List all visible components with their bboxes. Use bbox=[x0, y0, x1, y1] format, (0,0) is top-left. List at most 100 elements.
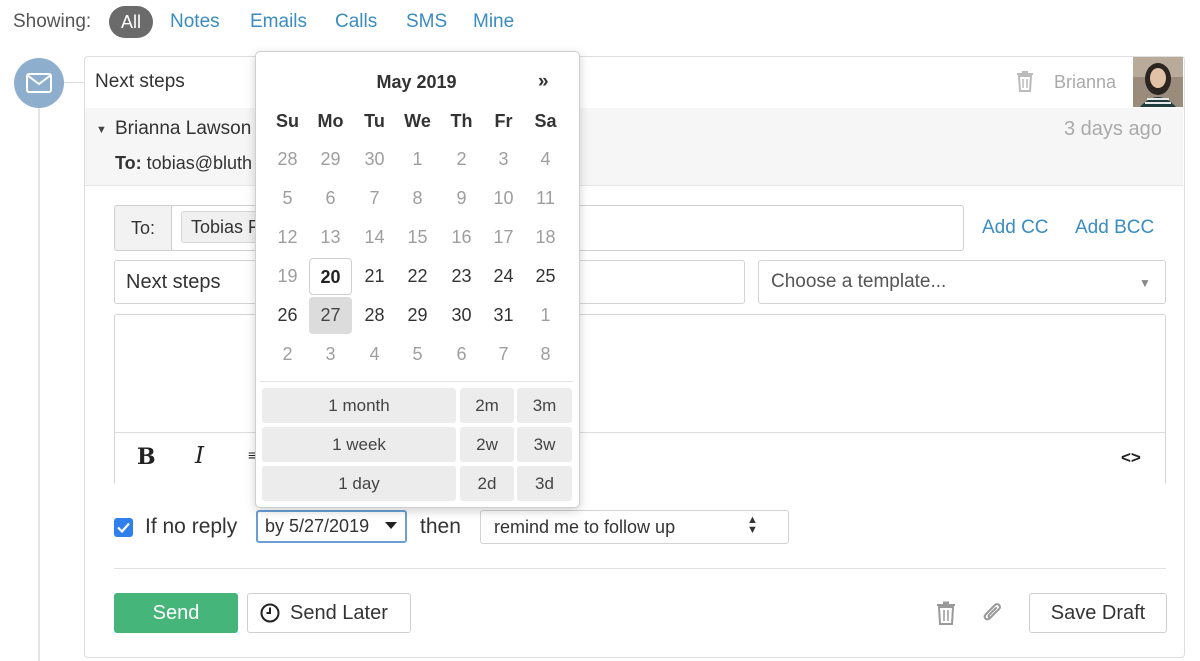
code-view-button[interactable]: <> bbox=[1121, 448, 1141, 468]
add-bcc-link[interactable]: Add BCC bbox=[1075, 217, 1154, 239]
timeline-connector bbox=[64, 82, 84, 83]
calendar-day[interactable]: 1 bbox=[524, 297, 567, 334]
activity-author: Brianna bbox=[1054, 72, 1117, 92]
calendar-day[interactable]: 7 bbox=[353, 180, 396, 217]
divider bbox=[114, 568, 1166, 569]
quick-pick-three-days-button[interactable]: 3d bbox=[517, 466, 572, 501]
to-label: To: bbox=[115, 153, 142, 173]
weekday-header: Su bbox=[275, 111, 299, 131]
calendar-day[interactable]: 8 bbox=[396, 180, 439, 217]
weekday-header: Tu bbox=[364, 111, 385, 131]
quick-pick-one-week-button[interactable]: 1 week bbox=[262, 427, 456, 462]
calendar-day[interactable]: 31 bbox=[482, 297, 525, 334]
calendar-day[interactable]: 30 bbox=[353, 141, 396, 178]
add-cc-link[interactable]: Add CC bbox=[982, 217, 1049, 239]
calendar-day[interactable]: 16 bbox=[440, 219, 483, 256]
calendar-day[interactable]: 7 bbox=[482, 336, 525, 373]
calendar-day[interactable]: 6 bbox=[440, 336, 483, 373]
calendar-day[interactable]: 3 bbox=[309, 336, 352, 373]
weekday-header: Th bbox=[450, 111, 473, 131]
quick-pick-one-day-button[interactable]: 1 day bbox=[262, 466, 456, 501]
weekday-header: We bbox=[404, 111, 431, 131]
datepicker-next-button[interactable]: » bbox=[538, 71, 549, 93]
calendar-day[interactable]: 29 bbox=[309, 141, 352, 178]
filter-label: Showing: bbox=[13, 11, 92, 32]
quick-pick-two-days-button[interactable]: 2d bbox=[460, 466, 514, 501]
calendar-day[interactable]: 29 bbox=[396, 297, 439, 334]
calendar-day[interactable]: 2 bbox=[440, 141, 483, 178]
calendar-day[interactable]: 4 bbox=[353, 336, 396, 373]
caret-down-icon bbox=[385, 522, 397, 529]
select-arrows-icon: ▲ ▼ bbox=[747, 514, 758, 536]
filter-mine[interactable]: Mine bbox=[473, 11, 514, 33]
bold-button[interactable]: B bbox=[137, 444, 156, 470]
calendar-day[interactable]: 28 bbox=[353, 297, 396, 334]
calendar-day[interactable]: 28 bbox=[266, 141, 309, 178]
send-later-button[interactable]: Send Later bbox=[247, 593, 411, 633]
follow-up-checkbox[interactable] bbox=[114, 518, 133, 537]
then-label: then bbox=[420, 515, 461, 538]
calendar-day[interactable]: 24 bbox=[482, 258, 525, 295]
calendar-day[interactable]: 15 bbox=[396, 219, 439, 256]
filter-sms[interactable]: SMS bbox=[406, 11, 447, 33]
calendar-day[interactable]: 25 bbox=[524, 258, 567, 295]
template-select[interactable]: Choose a template... bbox=[758, 260, 1166, 304]
weekday-header: Mo bbox=[317, 111, 344, 131]
recipient-address: tobias@bluth bbox=[146, 153, 253, 173]
datepicker-separator bbox=[260, 381, 573, 382]
calendar-day[interactable]: 27 bbox=[309, 297, 352, 334]
calendar-day[interactable]: 30 bbox=[440, 297, 483, 334]
calendar-day[interactable]: 5 bbox=[396, 336, 439, 373]
trash-icon[interactable] bbox=[1015, 70, 1035, 97]
calendar-day[interactable]: 1 bbox=[396, 141, 439, 178]
calendar-day[interactable]: 10 bbox=[482, 180, 525, 217]
calendar-day[interactable]: 13 bbox=[309, 219, 352, 256]
calendar-day[interactable]: 8 bbox=[524, 336, 567, 373]
if-no-reply-label: If no reply bbox=[145, 515, 238, 538]
follow-up-action-select[interactable]: remind me to follow up bbox=[480, 510, 789, 544]
filter-calls[interactable]: Calls bbox=[335, 11, 377, 33]
discard-trash-icon[interactable] bbox=[936, 601, 956, 630]
italic-button[interactable]: I bbox=[195, 443, 204, 469]
calendar-day[interactable]: 18 bbox=[524, 219, 567, 256]
clock-icon bbox=[260, 603, 280, 623]
checkmark-icon bbox=[117, 522, 130, 533]
quick-pick-two-weeks-button[interactable]: 2w bbox=[460, 427, 514, 462]
calendar-day[interactable]: 11 bbox=[524, 180, 567, 217]
to-field-label: To: bbox=[114, 205, 172, 251]
quick-pick-one-month-button[interactable]: 1 month bbox=[262, 388, 456, 423]
save-draft-button[interactable]: Save Draft bbox=[1029, 593, 1167, 633]
weekday-header: Sa bbox=[534, 111, 557, 131]
quick-pick-three-months-button[interactable]: 3m bbox=[517, 388, 572, 423]
calendar-day[interactable]: 17 bbox=[482, 219, 525, 256]
calendar-day[interactable]: 5 bbox=[266, 180, 309, 217]
send-button[interactable]: Send bbox=[114, 593, 238, 633]
quick-pick-two-months-button[interactable]: 2m bbox=[460, 388, 514, 423]
calendar-day[interactable]: 3 bbox=[482, 141, 525, 178]
calendar-day[interactable]: 23 bbox=[440, 258, 483, 295]
filter-emails[interactable]: Emails bbox=[250, 11, 307, 33]
calendar-day[interactable]: 26 bbox=[266, 297, 309, 334]
send-later-label: Send Later bbox=[290, 601, 388, 624]
chevron-down-icon: ▼ bbox=[1139, 276, 1151, 290]
quick-pick-three-weeks-button[interactable]: 3w bbox=[517, 427, 572, 462]
activity-subject[interactable]: Next steps bbox=[95, 71, 185, 93]
calendar-day[interactable]: 9 bbox=[440, 180, 483, 217]
calendar-day[interactable]: 21 bbox=[353, 258, 396, 295]
avatar bbox=[1133, 57, 1183, 107]
from-name: Brianna Lawson bbox=[115, 118, 252, 139]
time-ago: 3 days ago bbox=[1064, 118, 1162, 140]
calendar-day[interactable]: 19 bbox=[266, 258, 309, 295]
envelope-icon bbox=[26, 73, 52, 93]
calendar-day[interactable]: 20 bbox=[309, 258, 352, 295]
calendar-day[interactable]: 6 bbox=[309, 180, 352, 217]
calendar-day[interactable]: 12 bbox=[266, 219, 309, 256]
paperclip-icon[interactable] bbox=[980, 600, 1006, 631]
calendar-day[interactable]: 22 bbox=[396, 258, 439, 295]
collapse-caret-icon[interactable]: ▼ bbox=[96, 124, 107, 136]
calendar-day[interactable]: 2 bbox=[266, 336, 309, 373]
filter-notes[interactable]: Notes bbox=[170, 11, 220, 33]
filter-all-pill[interactable]: All bbox=[109, 6, 153, 38]
calendar-day[interactable]: 4 bbox=[524, 141, 567, 178]
calendar-day[interactable]: 14 bbox=[353, 219, 396, 256]
